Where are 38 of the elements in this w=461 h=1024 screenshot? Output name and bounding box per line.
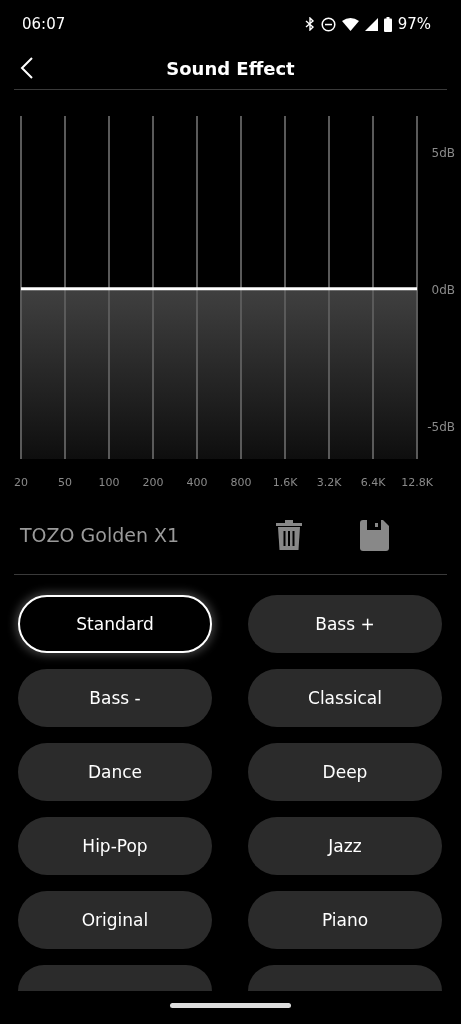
- preset-button[interactable]: Classical: [248, 669, 442, 727]
- frequency-label: 12.8K: [401, 476, 433, 489]
- back-button[interactable]: [20, 56, 34, 80]
- device-name: TOZO Golden X1: [20, 524, 181, 546]
- status-time: 06:07: [22, 15, 67, 33]
- delete-button[interactable]: [276, 520, 302, 550]
- preset-button[interactable]: Deep: [248, 743, 442, 801]
- preset-button[interactable]: Jazz: [248, 817, 442, 875]
- preset-button[interactable]: Piano: [248, 891, 442, 949]
- frequency-label: 200: [142, 476, 164, 489]
- preset-button[interactable]: [248, 965, 442, 991]
- preset-button[interactable]: Bass -: [18, 669, 212, 727]
- frequency-label: 1.6K: [272, 476, 298, 489]
- frequency-label: 6.4K: [360, 476, 386, 489]
- home-indicator[interactable]: [170, 1003, 291, 1008]
- preset-button[interactable]: Bass +: [248, 595, 442, 653]
- preset-button[interactable]: Dance: [18, 743, 212, 801]
- save-button[interactable]: [360, 519, 389, 551]
- preset-button[interactable]: Original: [18, 891, 212, 949]
- preset-button[interactable]: Hip-Pop: [18, 817, 212, 875]
- frequency-label: 400: [186, 476, 208, 489]
- frequency-label: 3.2K: [316, 476, 342, 489]
- frequency-label: 800: [230, 476, 252, 489]
- battery-percent: 97%: [397, 15, 431, 33]
- db-label: -5dB: [427, 420, 455, 435]
- frequency-label: 100: [98, 476, 120, 489]
- preset-button[interactable]: Standard: [18, 595, 212, 653]
- frequency-label: 50: [58, 476, 72, 489]
- bluetooth-icon: [304, 17, 315, 31]
- db-label: 5dB: [431, 145, 455, 160]
- preset-button[interactable]: [18, 965, 212, 991]
- battery-icon: [383, 16, 392, 32]
- signal-icon: [364, 17, 378, 31]
- do-not-disturb-icon: [320, 16, 336, 32]
- frequency-label: 20: [14, 476, 28, 489]
- page-title: Sound Effect: [166, 57, 295, 79]
- db-label: 0dB: [431, 282, 455, 297]
- wifi-icon: [341, 17, 359, 31]
